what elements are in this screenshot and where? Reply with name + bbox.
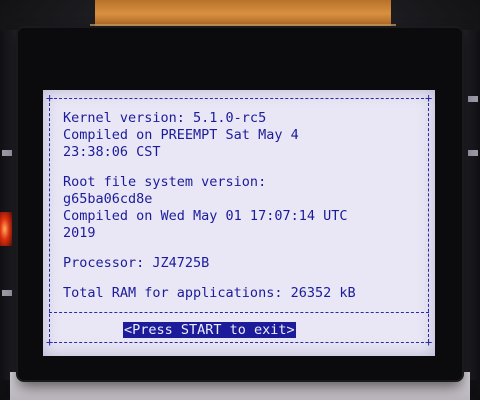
- device-photo: + + + + Kernel version: 5.1.0-rc5 Compil…: [0, 0, 480, 400]
- rootfs-compiled-date: Compiled on Wed May 01 17:07:14 UTC: [63, 208, 348, 224]
- corner-icon: +: [46, 91, 54, 105]
- rootfs-version-label: Root file system version:: [63, 174, 267, 190]
- processor-info: Processor: JZ4725B: [63, 255, 210, 271]
- dialog-border-bottom: [49, 342, 429, 343]
- rootfs-compiled-year: 2019: [63, 225, 96, 241]
- system-info-text: Kernel version: 5.1.0-rc5 Compiled on PR…: [63, 110, 423, 302]
- dialog-border-right: [428, 98, 429, 342]
- exit-button[interactable]: <Press START to exit>: [123, 322, 296, 338]
- dialog-border-left: [49, 98, 50, 342]
- kernel-compiled-time: 23:38:06 CST: [63, 144, 161, 160]
- corner-icon: +: [425, 335, 433, 349]
- pin-header: [468, 150, 478, 156]
- dialog-separator: [49, 312, 429, 313]
- dialog-border-top: [49, 98, 429, 99]
- kernel-compiled-date: Compiled on PREEMPT Sat May 4: [63, 127, 299, 143]
- kernel-version: Kernel version: 5.1.0-rc5: [63, 110, 267, 126]
- status-led: [0, 212, 12, 246]
- pin-header: [468, 96, 478, 102]
- total-ram-info: Total RAM for applications: 26352 kB: [63, 285, 356, 301]
- lcd-screen: + + + + Kernel version: 5.1.0-rc5 Compil…: [43, 90, 435, 356]
- rootfs-version-value: g65ba06cd8e: [63, 191, 153, 207]
- corner-icon: +: [425, 91, 433, 105]
- pin-header: [2, 150, 12, 156]
- corner-icon: +: [46, 335, 54, 349]
- pin-header: [2, 290, 12, 296]
